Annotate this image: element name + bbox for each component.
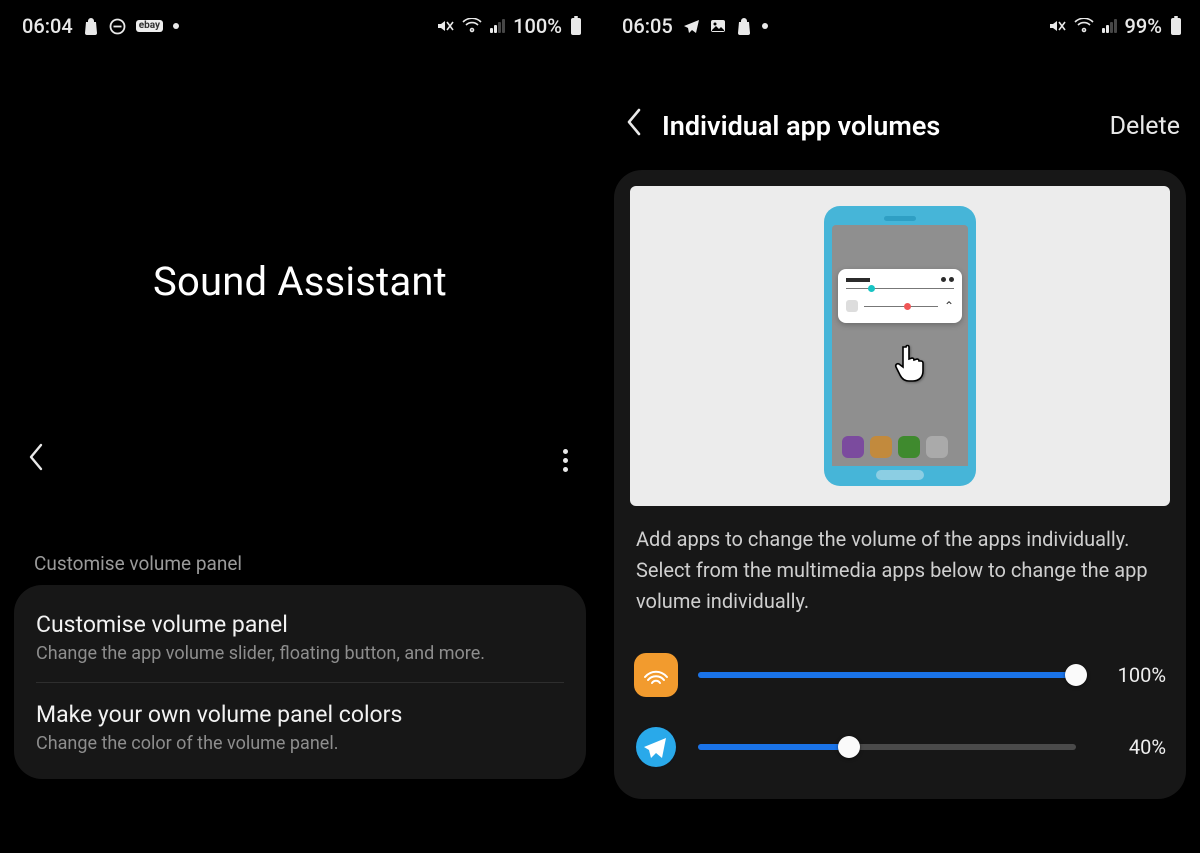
app-volume-row: 100% xyxy=(630,639,1170,711)
settings-item-customise-panel[interactable]: Customise volume panel Change the app vo… xyxy=(36,605,564,682)
settings-item-panel-colors[interactable]: Make your own volume panel colors Change… xyxy=(36,682,564,756)
mute-icon xyxy=(1048,18,1066,34)
wifi-icon xyxy=(1074,18,1094,34)
screenshot-left: 06:04 ebay 100% xyxy=(0,0,600,853)
back-button[interactable] xyxy=(28,443,44,477)
volume-percentage: 100% xyxy=(1096,663,1166,687)
battery-percentage: 99% xyxy=(1125,14,1162,38)
page-title: Sound Assistant xyxy=(0,48,600,305)
status-bar: 06:04 ebay 100% xyxy=(0,0,600,48)
mock-phone-illustration: ⌃ xyxy=(824,206,976,486)
screenshot-right: 06:05 99% xyxy=(600,0,1200,853)
mute-icon xyxy=(436,18,454,34)
settings-item-title: Make your own volume panel colors xyxy=(36,701,564,728)
battery-icon xyxy=(1170,16,1182,36)
more-options-button[interactable] xyxy=(559,445,572,476)
status-bar: 06:05 99% xyxy=(600,0,1200,48)
status-time: 06:05 xyxy=(622,14,673,38)
pointer-hand-icon xyxy=(892,343,930,394)
page-title: Individual app volumes xyxy=(662,110,1096,142)
signal-icon xyxy=(1102,19,1117,33)
delete-button[interactable]: Delete xyxy=(1110,112,1180,141)
battery-icon xyxy=(570,16,582,36)
ebay-app-icon: ebay xyxy=(136,20,163,32)
content-card: ⌃ Add apps to change the volume of the a… xyxy=(614,170,1186,799)
page-header: Individual app volumes Delete xyxy=(600,48,1200,144)
notification-dot-icon xyxy=(762,23,768,29)
volume-slider[interactable] xyxy=(698,663,1076,687)
section-header: Customise volume panel xyxy=(0,552,276,575)
shopping-bag-icon xyxy=(736,17,752,35)
settings-card: Customise volume panel Change the app vo… xyxy=(14,585,586,779)
description-text: Add apps to change the volume of the app… xyxy=(630,506,1170,621)
telegram-notif-icon xyxy=(683,19,700,34)
settings-item-subtitle: Change the app volume slider, floating b… xyxy=(36,642,564,666)
back-button[interactable] xyxy=(618,108,648,144)
wifi-icon xyxy=(462,18,482,34)
volume-slider[interactable] xyxy=(698,735,1076,759)
dnd-icon xyxy=(109,18,126,35)
status-time: 06:04 xyxy=(22,14,73,38)
battery-percentage: 100% xyxy=(513,14,562,38)
illustration: ⌃ xyxy=(630,186,1170,506)
toolbar xyxy=(0,443,600,477)
settings-item-title: Customise volume panel xyxy=(36,611,564,638)
telegram-app-icon[interactable] xyxy=(634,725,678,769)
notification-dot-icon xyxy=(173,23,179,29)
shopping-bag-icon xyxy=(83,17,99,35)
gallery-notif-icon xyxy=(710,19,726,33)
audible-app-icon[interactable] xyxy=(634,653,678,697)
volume-percentage: 40% xyxy=(1096,735,1166,759)
app-volume-row: 40% xyxy=(630,711,1170,783)
settings-item-subtitle: Change the color of the volume panel. xyxy=(36,732,564,756)
app-volume-list: 100% 40% xyxy=(630,639,1170,783)
signal-icon xyxy=(490,19,505,33)
